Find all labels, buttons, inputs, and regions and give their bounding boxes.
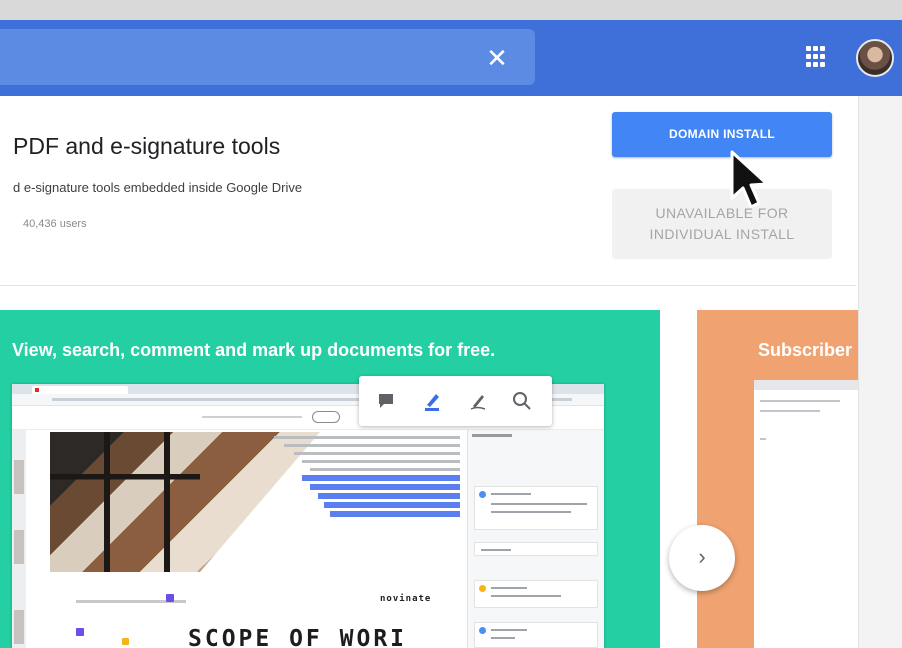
preview-card-text: [491, 503, 587, 505]
preview-thumbnail: [14, 610, 24, 644]
annotation-toolbar: [359, 376, 552, 426]
preview-note-marker: [122, 638, 129, 645]
mouse-pointer-icon: [730, 150, 769, 209]
user-count: 40,436 users: [23, 218, 87, 230]
carousel-slide-1: View, search, comment and mark up docume…: [0, 310, 660, 648]
preview-comment-card: [474, 622, 598, 648]
slide-2-caption: Subscriber: [758, 340, 853, 360]
slide-2-preview-line: [760, 438, 766, 440]
preview-document: novinate SCOPE OF WORI: [12, 430, 467, 648]
preview-highlight-line: [324, 502, 460, 508]
app-subtitle: d e-signature tools embedded inside Goog…: [13, 180, 303, 195]
preview-card-avatar: [479, 585, 486, 592]
draw-icon[interactable]: [465, 388, 491, 414]
preview-thumbnail: [14, 460, 24, 494]
comment-icon[interactable]: [373, 388, 399, 414]
preview-scope-heading: SCOPE OF WORI: [188, 626, 408, 648]
preview-comment-marker: [76, 628, 84, 636]
preview-comment-marker: [166, 594, 174, 602]
preview-toolbar-text: [202, 416, 302, 418]
close-icon[interactable]: ✕: [480, 41, 514, 75]
preview-comment-card: [474, 580, 598, 608]
preview-highlight-line: [330, 511, 460, 517]
preview-tab-favicon: [35, 388, 39, 392]
preview-text-line: [284, 444, 460, 447]
preview-card-text: [491, 637, 515, 639]
preview-office-photo: [50, 432, 320, 572]
preview-thumbnails: [12, 430, 26, 648]
slide-2-preview-line: [760, 410, 820, 412]
preview-highlight-line: [302, 475, 460, 481]
search-icon[interactable]: [509, 388, 535, 414]
unavailable-line-2: INDIVIDUAL INSTALL: [649, 226, 795, 242]
preview-highlight-line: [310, 484, 460, 490]
preview-card-avatar: [479, 627, 486, 634]
chevron-right-icon: ›: [698, 544, 706, 569]
preview-text-line: [310, 468, 460, 471]
preview-card-text: [491, 493, 531, 495]
app-bar: ✕: [0, 20, 902, 96]
preview-thumbnail: [14, 530, 24, 564]
preview-text-line: [294, 452, 460, 455]
preview-comments-panel: [467, 430, 604, 648]
scrollbar-gutter[interactable]: [858, 96, 902, 648]
preview-tab: [32, 386, 128, 394]
preview-brand-text: novinate: [380, 594, 432, 604]
preview-pill-button: [312, 411, 340, 423]
preview-reply-box: [474, 542, 598, 556]
slide-2-preview: [754, 380, 858, 648]
avatar[interactable]: [856, 39, 894, 77]
app-title: PDF and e-signature tools: [13, 133, 281, 159]
apps-grid-icon[interactable]: [806, 46, 828, 68]
page: ✕ PDF and e-signature tools d e-signatur…: [0, 0, 902, 648]
preview-panel-heading: [472, 434, 512, 437]
window-top-edge: [0, 0, 902, 20]
slide-2-preview-bar: [754, 380, 858, 390]
carousel-slide-2: Subscriber: [697, 310, 858, 648]
preview-card-text: [491, 587, 527, 589]
search-box[interactable]: ✕: [0, 29, 535, 85]
preview-card-avatar: [479, 491, 486, 498]
section-divider: [0, 285, 856, 286]
slide-1-caption: View, search, comment and mark up docume…: [12, 340, 496, 360]
preview-card-text: [491, 629, 527, 631]
highlight-icon[interactable]: [419, 388, 445, 414]
preview-highlight-line: [318, 493, 460, 499]
domain-install-button[interactable]: DOMAIN INSTALL: [612, 112, 832, 157]
carousel-next-button[interactable]: ›: [669, 525, 735, 591]
preview-comment-card: [474, 486, 598, 530]
slide-2-preview-line: [760, 400, 840, 402]
preview-card-text: [481, 549, 511, 551]
preview-text-line: [274, 436, 460, 439]
preview-photo-window: [50, 432, 200, 572]
preview-card-text: [491, 595, 561, 597]
unavailable-line-1: UNAVAILABLE FOR: [655, 205, 789, 221]
preview-text-line: [302, 460, 460, 463]
preview-card-text: [491, 511, 571, 513]
unavailable-install-button: UNAVAILABLE FOR INDIVIDUAL INSTALL: [612, 189, 832, 259]
